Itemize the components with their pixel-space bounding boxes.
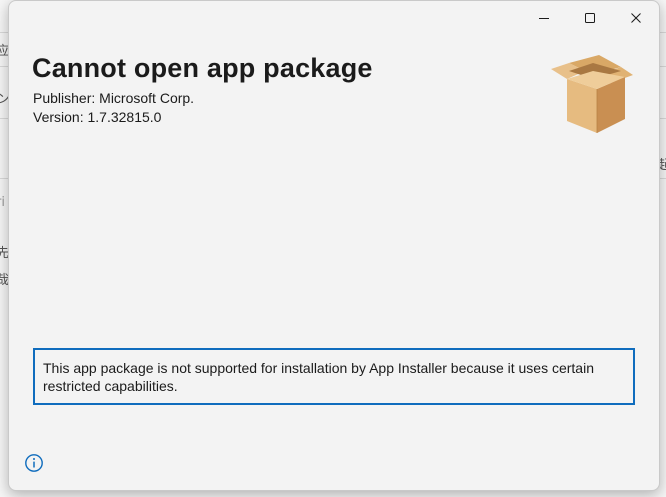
close-icon — [631, 12, 641, 23]
close-button[interactable] — [613, 1, 659, 34]
info-icon[interactable] — [24, 453, 44, 473]
publisher-line: Publisher: Microsoft Corp. — [33, 90, 194, 106]
maximize-button[interactable] — [567, 1, 613, 34]
error-message-box: This app package is not supported for in… — [33, 348, 635, 405]
version-line: Version: 1.7.32815.0 — [33, 109, 161, 125]
version-label: Version: — [33, 109, 84, 125]
background-text: ri — [0, 195, 5, 210]
publisher-label: Publisher: — [33, 90, 96, 106]
maximize-icon — [585, 12, 595, 23]
minimize-icon — [539, 17, 549, 19]
minimize-button[interactable] — [521, 1, 567, 34]
publisher-value: Microsoft Corp. — [99, 90, 195, 106]
caption-buttons — [521, 1, 659, 34]
dialog-title: Cannot open app package — [32, 53, 373, 83]
app-installer-dialog: Cannot open app package Publisher: Micro… — [8, 0, 660, 491]
package-box-icon — [551, 55, 633, 133]
version-value: 1.7.32815.0 — [87, 109, 162, 125]
